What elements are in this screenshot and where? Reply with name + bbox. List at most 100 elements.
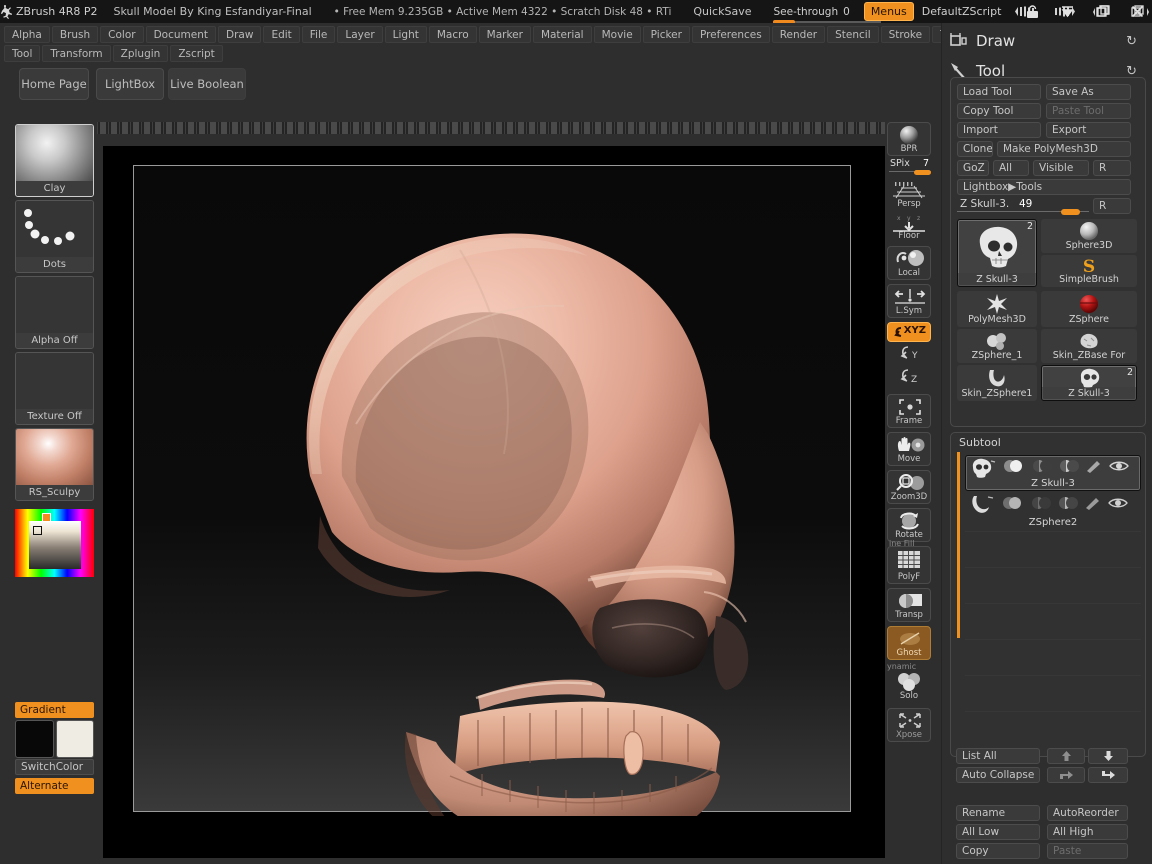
subtool-empty-slot[interactable] [965,711,1141,747]
minimize-icon[interactable] [1061,5,1074,18]
rotate-view-button[interactable]: Rotate [887,508,931,542]
all-low-button[interactable]: All Low [956,824,1040,840]
copy-tool-button[interactable]: Copy Tool [957,103,1041,119]
live-boolean-button[interactable]: Live Boolean [168,68,246,100]
paste-button[interactable]: Paste [1047,843,1128,859]
restore-icon[interactable] [1096,5,1109,18]
floor-button[interactable]: xyz Floor [887,212,931,242]
move-view-button[interactable]: Move [887,432,931,466]
menu-item-transform[interactable]: Transform [42,45,111,62]
r-button[interactable]: R [1093,160,1131,176]
merge-up-button[interactable] [1047,767,1085,783]
frame-button[interactable]: Frame [887,394,931,428]
menu-item-picker[interactable]: Picker [642,26,690,43]
lightbox-tools-button[interactable]: Lightbox▶Tools [957,179,1131,195]
bpr-render-button[interactable]: BPR [887,122,931,156]
auto-collapse-button[interactable]: Auto Collapse [956,767,1040,783]
polyframe-button[interactable]: ine Fill PolyF [887,539,931,584]
lock-icon[interactable] [1026,4,1039,19]
draw-reset-icon[interactable]: ↻ [1126,34,1137,49]
subtool-empty-slot[interactable] [965,603,1141,639]
copy-button[interactable]: Copy [956,843,1040,859]
solo-button[interactable]: ynamic Solo [887,662,931,702]
merge-down-button[interactable] [1088,767,1128,783]
menu-item-render[interactable]: Render [771,26,826,43]
auto-reorder-button[interactable]: AutoReorder [1047,805,1128,821]
move-up-button[interactable] [1047,748,1085,764]
local-button[interactable]: Local [887,246,931,280]
menu-item-alpha[interactable]: Alpha [4,26,50,43]
tool-item-zsphere[interactable]: ZSphere [1041,291,1137,327]
document-frame[interactable] [133,165,851,816]
clone-button[interactable]: Clone [957,141,993,157]
viewport[interactable] [103,146,888,858]
tool-item-skin-zbase-for[interactable]: Skin_ZBase For [1041,329,1137,363]
material-selector[interactable]: RS_Sculpy [15,428,94,501]
secondary-color-marker[interactable] [33,526,42,535]
texture-selector[interactable]: Texture Off [15,352,94,425]
save-as-button[interactable]: Save As [1046,84,1131,100]
tool-item-z-skull-3-large[interactable]: 2 Z Skull-3 [957,219,1037,287]
tool-item-zsphere-1[interactable]: ZSphere_1 [957,329,1037,363]
subtool-scroll-indicator[interactable] [957,452,960,638]
zscript-label[interactable]: DefaultZScript [922,5,1002,18]
menu-item-draw[interactable]: Draw [218,26,262,43]
menu-item-movie[interactable]: Movie [593,26,641,43]
tool-item-r-button[interactable]: R [1093,198,1131,214]
subtool-empty-slot[interactable] [965,567,1141,603]
color-picker[interactable] [15,509,94,577]
zoom3d-button[interactable]: Zoom3D [887,470,931,504]
menu-item-stroke[interactable]: Stroke [880,26,931,43]
perspective-button[interactable]: Persp [887,182,931,210]
menu-item-stencil[interactable]: Stencil [827,26,879,43]
alternate-button[interactable]: Alternate [15,778,94,794]
menu-item-edit[interactable]: Edit [263,26,300,43]
skull-3d-model[interactable] [160,176,820,816]
home-page-button[interactable]: Home Page [19,68,89,100]
transparency-button[interactable]: Transp [887,588,931,622]
tool-item-knob[interactable] [1061,209,1080,215]
close-icon[interactable] [1131,5,1144,18]
import-button[interactable]: Import [957,122,1041,138]
menu-item-macro[interactable]: Macro [428,26,477,43]
primary-color-swatch[interactable] [15,720,54,758]
menu-item-zplugin[interactable]: Zplugin [112,45,169,62]
goz-button[interactable]: GoZ [957,160,989,176]
all-button[interactable]: All [993,160,1029,176]
secondary-color-swatch[interactable] [56,720,94,758]
tool-item-skin-zsphere1[interactable]: Skin_ZSphere1 [957,365,1037,401]
menu-item-tool[interactable]: Tool [4,45,41,62]
xyz-gyro-button[interactable]: XYZ [887,322,931,342]
menu-item-document[interactable]: Document [145,26,216,43]
all-high-button[interactable]: All High [1047,824,1128,840]
menu-item-preferences[interactable]: Preferences [691,26,770,43]
tool-item-z-skull-3-small[interactable]: 2 Z Skull-3 [1041,365,1137,401]
load-tool-button[interactable]: Load Tool [957,84,1041,100]
menu-item-marker[interactable]: Marker [478,26,531,43]
menu-item-brush[interactable]: Brush [51,26,99,43]
menu-item-light[interactable]: Light [384,26,427,43]
menu-item-material[interactable]: Material [532,26,592,43]
menu-item-file[interactable]: File [301,26,336,43]
make-polymesh3d-button[interactable]: Make PolyMesh3D [997,141,1131,157]
visible-button[interactable]: Visible [1033,160,1089,176]
primary-color-marker[interactable] [42,513,51,522]
rotate-y-button[interactable]: Y [887,344,931,364]
quicksave-button[interactable]: QuickSave [693,5,751,18]
subtool-empty-slot[interactable] [965,675,1141,711]
alpha-selector[interactable]: Alpha Off [15,276,94,349]
menu-item-layer[interactable]: Layer [337,26,383,43]
tool-item-simplebrush[interactable]: S SimpleBrush [1041,255,1137,287]
list-all-button[interactable]: List All [956,748,1040,764]
tool-item-sphere3d[interactable]: Sphere3D [1041,219,1137,253]
menus-button[interactable]: Menus [863,2,914,21]
subtool-empty-slot[interactable] [965,639,1141,675]
see-through-slider[interactable]: See-through 0 [773,6,882,24]
ghost-button[interactable]: Ghost [887,626,931,660]
export-button[interactable]: Export [1046,122,1131,138]
spix-knob[interactable] [914,170,931,175]
tool-item-slider[interactable]: Z Skull-3. 49 [957,198,1089,215]
gradient-button[interactable]: Gradient [15,702,94,718]
menu-item-color[interactable]: Color [100,26,144,43]
paste-tool-button[interactable]: Paste Tool [1046,103,1131,119]
